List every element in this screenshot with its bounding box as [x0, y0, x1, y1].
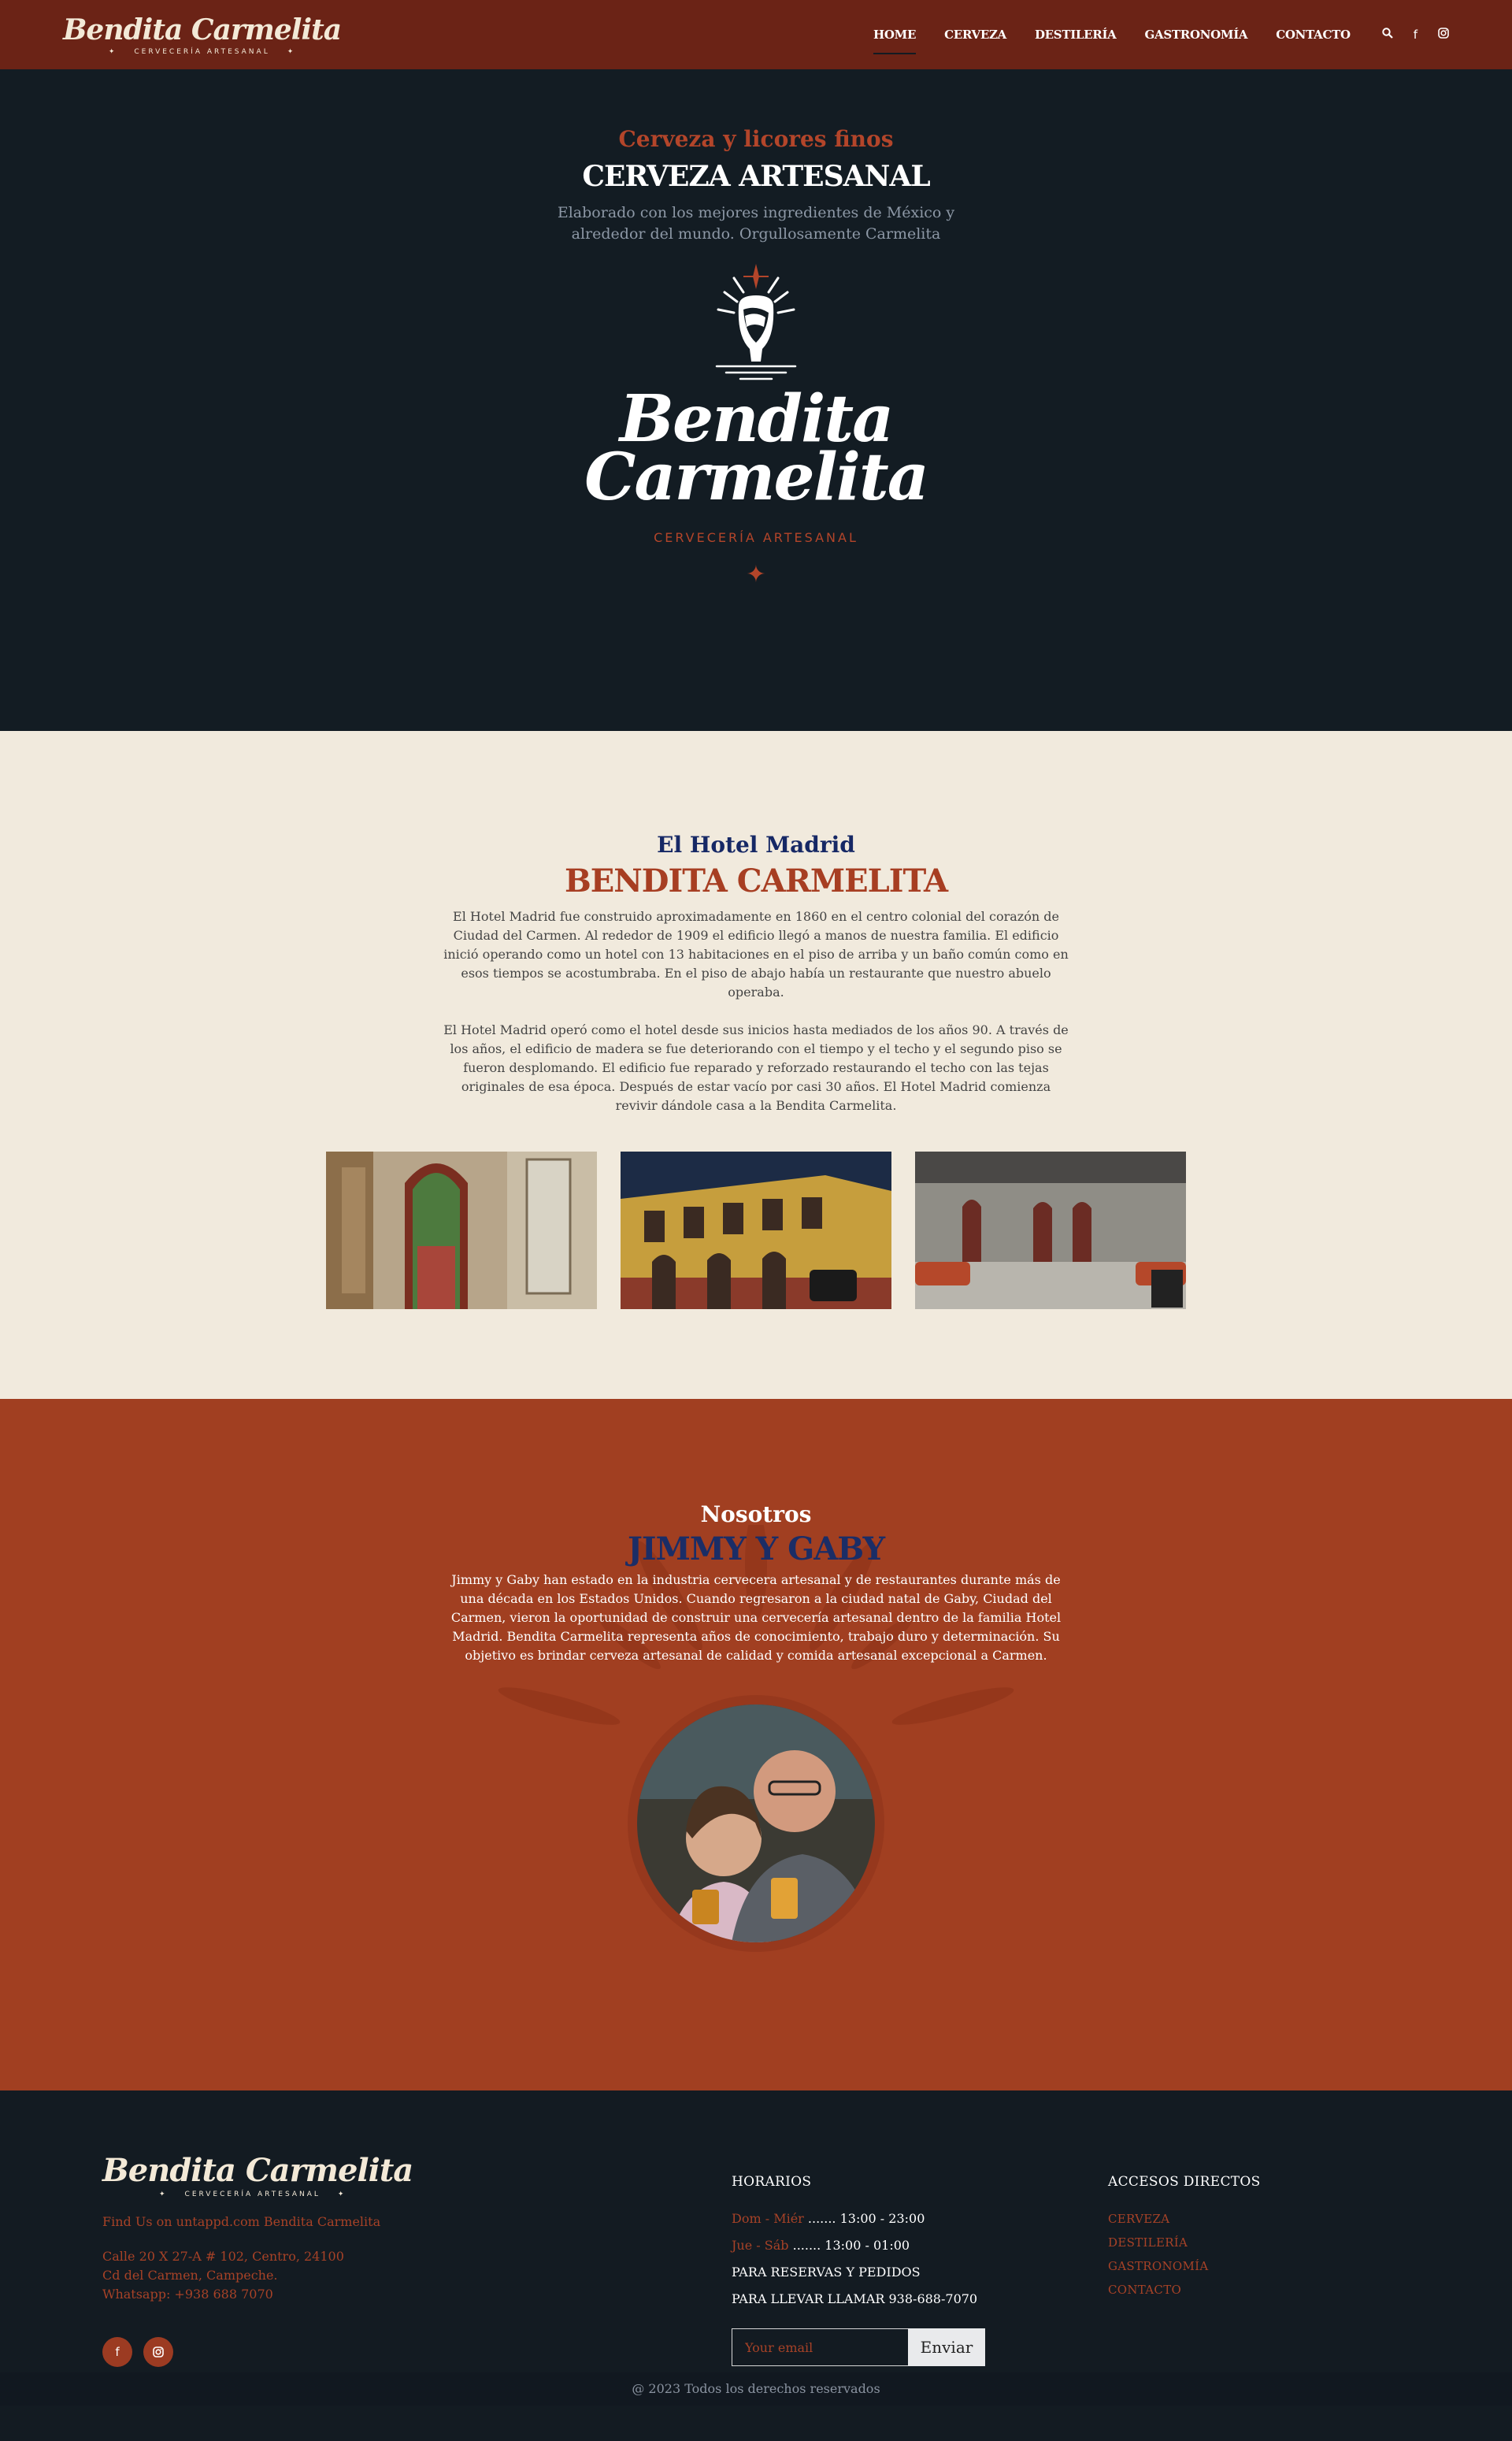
newsletter-form: Enviar: [732, 2328, 985, 2366]
main-menu: HOME CERVEZA DESTILERÍA GASTRONOMÍA CONT…: [873, 15, 1449, 54]
footer-links: CERVEZA DESTILERÍA GASTRONOMÍA CONTACTO: [1108, 2207, 1261, 2302]
footer-logo-subtitle-text: CERVECERÍA ARTESANAL: [184, 2191, 321, 2198]
nav-item-gastronomia[interactable]: GASTRONOMÍA: [1145, 28, 1248, 42]
star-icon: ✦: [337, 2191, 346, 2198]
hotel-gallery: [0, 1152, 1512, 1309]
footer-link-destileria[interactable]: DESTILERÍA: [1108, 2231, 1261, 2254]
footer-logo-subtitle: ✦ CERVECERÍA ARTESANAL ✦: [142, 2191, 363, 2198]
hero-brand-name: Bendita Carmelita: [0, 387, 1512, 515]
address-line-1: Calle 20 X 27-A # 102, Centro, 24100: [102, 2249, 344, 2264]
sparkle-icon: ✦: [746, 561, 766, 588]
facebook-icon[interactable]: f: [1414, 28, 1418, 42]
hero-kicker: Cerveza y licores finos: [618, 126, 894, 152]
facebook-icon[interactable]: f: [102, 2337, 132, 2367]
brand-line-2: Carmelita: [584, 440, 929, 515]
star-icon: ✦: [159, 2191, 168, 2198]
footer-links-column: ACCESOS DIRECTOS CERVEZA DESTILERÍA GAST…: [1108, 2174, 1261, 2302]
email-field[interactable]: [732, 2328, 908, 2366]
footer-logo-name: Bendita Carmelita: [102, 2152, 413, 2189]
hotel-paragraph-1: El Hotel Madrid fue construido aproximad…: [443, 909, 1069, 1000]
hotel-title: BENDITA CARMELITA: [564, 863, 948, 900]
nav-icons: f: [1382, 28, 1449, 42]
beer-glass-emblem-icon: [677, 261, 835, 395]
hours-row: Dom - Miér ....... 13:00 - 23:00: [732, 2205, 985, 2232]
hours-dots: .......: [803, 2211, 840, 2226]
takeout-phone: PARA LLEVAR LLAMAR 938-688-7070: [732, 2291, 978, 2306]
nav-item-cerveza[interactable]: CERVEZA: [944, 28, 1006, 42]
copyright: @ 2023 Todos los derechos reservados: [0, 2372, 1512, 2406]
hero-description: Elaborado con los mejores ingredientes d…: [557, 204, 955, 243]
site-footer: Bendita Carmelita ✦ CERVECERÍA ARTESANAL ✦…: [0, 2090, 1512, 2406]
hours-days: Jue - Sáb: [732, 2238, 789, 2253]
hero-brewery-label: CERVECERÍA ARTESANAL: [654, 530, 858, 545]
logo-subtitle-text: CERVECERÍA ARTESANAL: [134, 48, 270, 56]
footer-link-cerveza[interactable]: CERVEZA: [1108, 2207, 1261, 2231]
search-icon[interactable]: [1382, 28, 1393, 42]
hours-list: Dom - Miér ....... 13:00 - 23:00 Jue - S…: [732, 2205, 985, 2313]
links-title: ACCESOS DIRECTOS: [1108, 2174, 1261, 2190]
star-icon: ✦: [108, 48, 117, 56]
hours-time: 13:00 - 01:00: [825, 2238, 910, 2253]
star-icon: ✦: [287, 48, 296, 56]
hours-time: 13:00 - 23:00: [839, 2211, 925, 2226]
about-paragraph: Jimmy y Gaby han estado en la industria …: [450, 1572, 1062, 1663]
footer-brand-column: Bendita Carmelita ✦ CERVECERÍA ARTESANAL ✦…: [102, 2152, 413, 2367]
gallery-photo-interior[interactable]: [915, 1152, 1186, 1309]
instagram-icon[interactable]: [1438, 28, 1449, 42]
gallery-photo-doorway[interactable]: [326, 1152, 597, 1309]
footer-hours-column: HORARIOS Dom - Miér ....... 13:00 - 23:0…: [732, 2174, 985, 2366]
hours-row: Jue - Sáb ....... 13:00 - 01:00: [732, 2232, 985, 2259]
about-kicker: Nosotros: [700, 1501, 812, 1527]
reservations-label: PARA RESERVAS Y PEDIDOS: [732, 2265, 921, 2280]
nav-item-home[interactable]: HOME: [873, 28, 916, 54]
hotel-kicker: El Hotel Madrid: [657, 832, 855, 858]
about-section: Nosotros JIMMY Y GABY Jimmy y Gaby han e…: [0, 1399, 1512, 2090]
site-logo[interactable]: Bendita Carmelita ✦ CERVECERÍA ARTESANAL ✦: [63, 13, 342, 56]
hours-days: Dom - Miér: [732, 2211, 804, 2226]
owners-photo: [637, 1705, 875, 1942]
about-title: JIMMY Y GABY: [627, 1530, 885, 1567]
logo-name: Bendita Carmelita: [63, 13, 342, 46]
top-nav: Bendita Carmelita ✦ CERVECERÍA ARTESANAL ✦…: [0, 0, 1512, 69]
hotel-section: El Hotel Madrid BENDITA CARMELITA El Hot…: [0, 731, 1512, 1399]
untappd-link[interactable]: Find Us on untappd.com Bendita Carmelita: [102, 2213, 413, 2231]
whatsapp-number[interactable]: Whatsapp: +938 688 7070: [102, 2285, 413, 2304]
address-line-2: Cd del Carmen, Campeche.: [102, 2268, 278, 2283]
nav-item-contacto[interactable]: CONTACTO: [1276, 28, 1351, 42]
hours-dots: .......: [788, 2238, 825, 2253]
logo-subtitle: ✦ CERVECERÍA ARTESANAL ✦: [91, 48, 313, 56]
footer-link-gastronomia[interactable]: GASTRONOMÍA: [1108, 2254, 1261, 2278]
footer-link-contacto[interactable]: CONTACTO: [1108, 2278, 1261, 2302]
hours-title: HORARIOS: [732, 2174, 812, 2190]
footer-social: f: [102, 2337, 413, 2367]
instagram-icon[interactable]: [143, 2337, 173, 2367]
hero-title: CERVEZA ARTESANAL: [582, 160, 930, 193]
nav-item-destileria[interactable]: DESTILERÍA: [1035, 28, 1117, 42]
gallery-photo-facade[interactable]: [621, 1152, 891, 1309]
hero-section: Cerveza y licores finos CERVEZA ARTESANA…: [0, 69, 1512, 731]
hotel-paragraph-2: El Hotel Madrid operó como el hotel desd…: [443, 1022, 1069, 1113]
footer-logo[interactable]: Bendita Carmelita ✦ CERVECERÍA ARTESANAL ✦: [102, 2152, 413, 2198]
send-button[interactable]: Enviar: [908, 2328, 985, 2366]
